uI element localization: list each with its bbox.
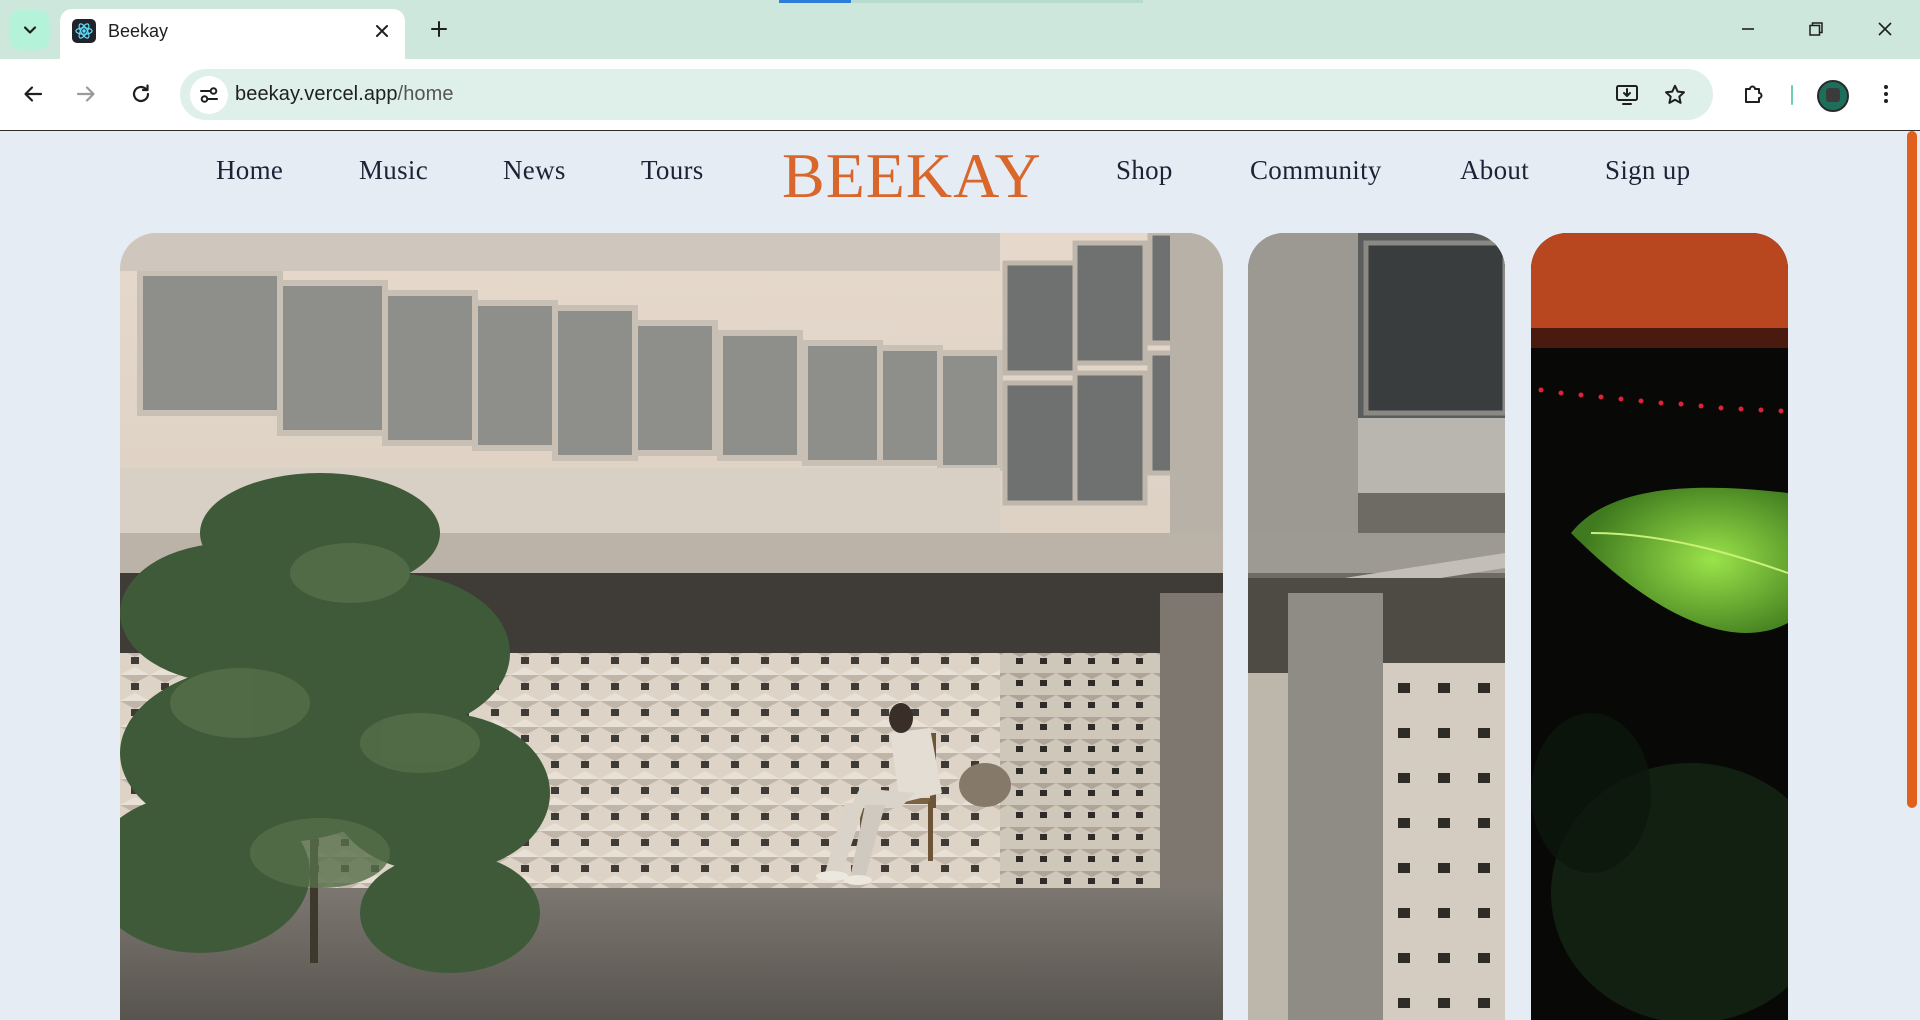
bookmark-button[interactable]	[1658, 78, 1692, 112]
site-logo[interactable]: BEEKAY	[782, 139, 1042, 213]
close-icon	[1878, 22, 1892, 36]
tab-search-button[interactable]	[9, 10, 50, 50]
nav-link-about[interactable]: About	[1460, 155, 1529, 186]
site-settings-button[interactable]	[190, 76, 228, 114]
profile-avatar[interactable]	[1817, 80, 1849, 112]
url-host: beekay.vercel.app	[235, 83, 398, 105]
plus-icon	[431, 21, 447, 37]
back-arrow-icon	[24, 86, 43, 102]
nav-link-community[interactable]: Community	[1250, 155, 1382, 186]
page-scrollbar-thumb[interactable]	[1907, 131, 1917, 808]
browser-tabstrip: Beekay	[0, 0, 1920, 59]
loading-indicator-track	[851, 0, 1143, 3]
new-tab-button[interactable]	[424, 14, 454, 44]
install-app-icon	[1616, 85, 1638, 105]
hero-image-plant[interactable]	[1531, 233, 1788, 1020]
url-path: /home	[397, 83, 454, 105]
nav-link-sign-up[interactable]: Sign up	[1605, 155, 1690, 186]
browser-toolbar: beekay.vercel.app/home	[0, 59, 1920, 130]
tab-title: Beekay	[108, 21, 169, 41]
forward-arrow-icon	[76, 86, 95, 102]
nav-link-shop[interactable]: Shop	[1116, 155, 1173, 186]
reload-button[interactable]	[122, 75, 160, 113]
browser-menu-button[interactable]	[1867, 75, 1905, 113]
avatar-image	[1826, 88, 1840, 102]
nav-link-music[interactable]: Music	[359, 155, 428, 186]
reload-icon	[132, 84, 150, 103]
nav-link-home[interactable]: Home	[216, 155, 283, 186]
page-viewport: Home Music News Tours BEEKAY Shop Commun…	[0, 131, 1920, 1020]
chevron-down-icon	[23, 26, 36, 34]
restore-button[interactable]	[1794, 9, 1838, 49]
minimize-icon	[1742, 28, 1754, 30]
url-text[interactable]: beekay.vercel.app/home	[235, 83, 454, 106]
back-button[interactable]	[14, 75, 52, 113]
toolbar-divider	[1791, 85, 1793, 105]
close-icon	[376, 25, 388, 37]
browser-tab-active[interactable]: Beekay	[60, 9, 405, 59]
site-navigation: Home Music News Tours BEEKAY Shop Commun…	[0, 131, 1900, 231]
close-window-button[interactable]	[1863, 9, 1907, 49]
extensions-button[interactable]	[1735, 75, 1773, 113]
nav-link-tours[interactable]: Tours	[641, 155, 704, 186]
site-settings-icon	[200, 87, 218, 103]
address-bar[interactable]: beekay.vercel.app/home	[180, 69, 1713, 120]
star-icon	[1665, 84, 1685, 104]
nav-link-news[interactable]: News	[503, 155, 566, 186]
forward-button[interactable]	[67, 75, 105, 113]
close-tab-button[interactable]	[369, 18, 395, 44]
loading-indicator	[779, 0, 851, 3]
restore-icon	[1809, 22, 1823, 36]
minimize-button[interactable]	[1726, 9, 1770, 49]
hero-image-column[interactable]	[1248, 233, 1505, 1020]
more-vert-icon	[1884, 85, 1888, 103]
install-app-button[interactable]	[1610, 78, 1644, 112]
hero-image-main[interactable]	[120, 233, 1223, 1020]
react-icon	[72, 19, 96, 43]
extensions-icon	[1745, 85, 1763, 103]
